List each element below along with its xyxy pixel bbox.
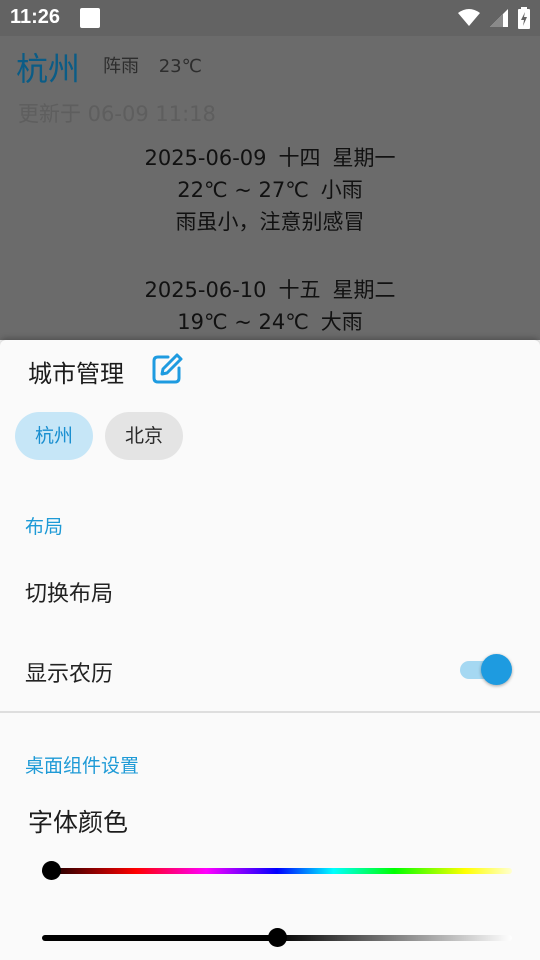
forecast-lunar: 十四 (278, 146, 321, 170)
forecast-weekday: 星期二 (332, 278, 396, 302)
wifi-icon (457, 9, 480, 26)
forecast-date-line: 2025-06-10 十五 星期二 (0, 274, 540, 306)
forecast-date: 2025-06-09 (144, 146, 267, 170)
forecast-temp-line: 19℃ ~ 24℃ 大雨 (0, 306, 540, 338)
forecast-range: 22℃ ~ 27℃ (177, 178, 309, 202)
font-color-title: 字体颜色 (28, 808, 129, 837)
city-chip-beijing[interactable]: 北京 (105, 412, 183, 460)
brightness-slider-thumb[interactable] (268, 928, 287, 947)
settings-bottom-sheet: 城市管理 杭州 北京 布局 切换布局 显示农历 桌面组件设置 字体颜色 (0, 340, 540, 960)
forecast-weekday: 星期一 (332, 146, 396, 170)
status-icons (454, 7, 530, 29)
widget-section-header: 桌面组件设置 (25, 755, 140, 777)
forecast-range: 19℃ ~ 24℃ (177, 310, 309, 334)
city-manage-title: 城市管理 (28, 360, 124, 388)
forecast-day: 2025-06-10 十五 星期二 19℃ ~ 24℃ 大雨 (0, 274, 540, 338)
signal-icon (489, 9, 508, 27)
current-condition: 阵雨 (103, 56, 139, 77)
forecast-temp-line: 22℃ ~ 27℃ 小雨 (0, 174, 540, 206)
forecast-condition: 大雨 (320, 310, 363, 334)
forecast-day: 2025-06-09 十四 星期一 22℃ ~ 27℃ 小雨 雨虽小，注意别感冒 (0, 142, 540, 238)
notification-icon (80, 8, 100, 28)
forecast-tip: 雨虽小，注意别感冒 (175, 210, 365, 234)
divider (0, 711, 540, 713)
city-name[interactable]: 杭州 (16, 44, 80, 90)
show-lunar-switch[interactable] (458, 654, 512, 686)
forecast-date: 2025-06-10 (144, 278, 267, 302)
switch-layout-row[interactable]: 切换布局 (0, 558, 540, 622)
hue-slider-track (42, 868, 512, 874)
battery-charging-icon (518, 7, 530, 29)
layout-section-header: 布局 (25, 516, 64, 538)
show-lunar-row[interactable]: 显示农历 (0, 638, 540, 702)
city-chip-hangzhou[interactable]: 杭州 (15, 412, 93, 460)
hue-slider-thumb[interactable] (42, 861, 62, 880)
status-time: 11:26 (10, 6, 61, 28)
show-lunar-label: 显示农历 (25, 662, 114, 687)
hue-slider[interactable] (42, 859, 512, 883)
current-temperature: 23℃ (158, 56, 202, 77)
switch-layout-label: 切换布局 (25, 582, 114, 607)
current-weather: 阵雨 23℃ (103, 52, 216, 78)
brightness-slider[interactable] (42, 926, 512, 950)
forecast-lunar: 十五 (278, 278, 321, 302)
switch-thumb (481, 654, 512, 685)
edit-icon[interactable] (150, 352, 184, 386)
forecast-date-line: 2025-06-09 十四 星期一 (0, 142, 540, 174)
update-time: 更新于 06-09 11:18 (18, 102, 216, 126)
weather-main-screen: 杭州 阵雨 23℃ 更新于 06-09 11:18 2025-06-09 十四 星期… (0, 36, 540, 340)
forecast-condition: 小雨 (320, 178, 363, 202)
status-bar: 11:26 (0, 0, 540, 36)
